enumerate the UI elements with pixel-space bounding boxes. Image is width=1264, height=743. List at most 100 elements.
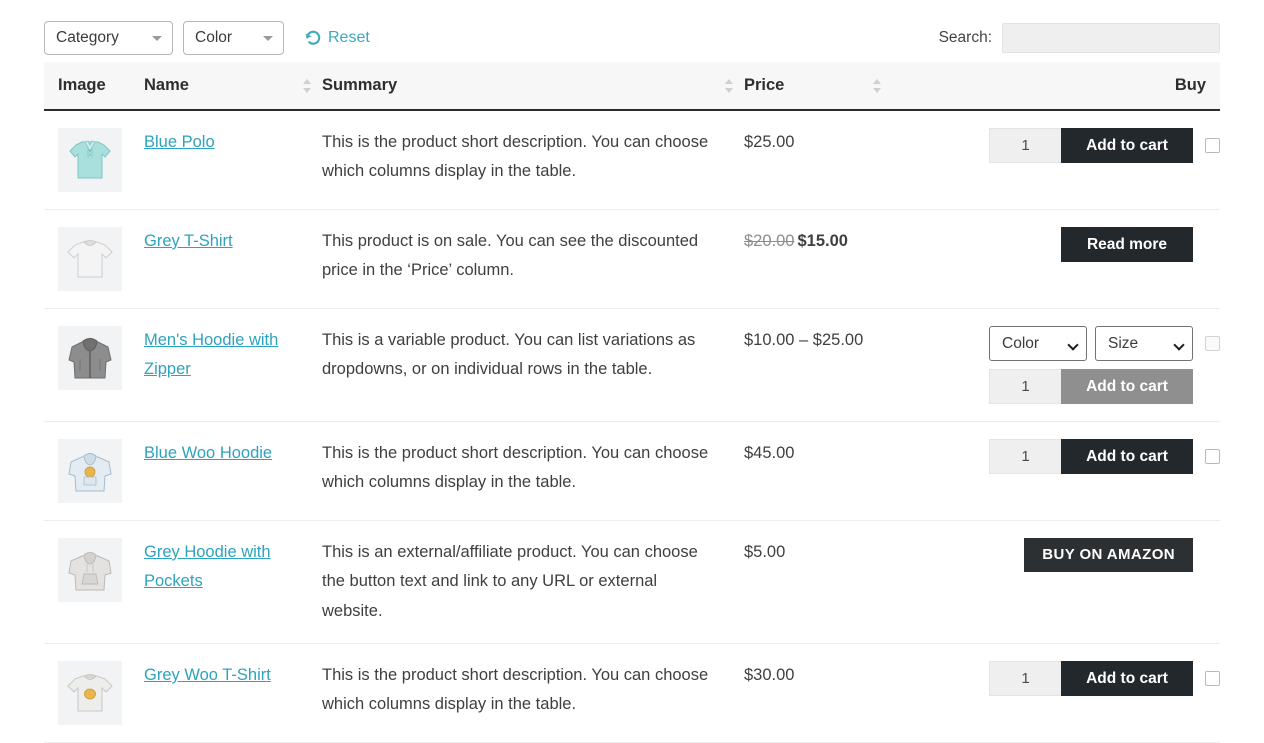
product-summary: This is the product short description. Y… bbox=[322, 444, 709, 492]
cell-image bbox=[44, 421, 144, 521]
column-header-name[interactable]: Name bbox=[144, 62, 322, 111]
select-product-checkbox[interactable] bbox=[1205, 336, 1220, 351]
cell-summary: This is a variable product. You can list… bbox=[322, 308, 744, 422]
cell-image bbox=[44, 520, 144, 645]
grey-hoodie-with-pockets-thumbnail[interactable] bbox=[58, 538, 122, 602]
cell-summary: This is the product short description. Y… bbox=[322, 643, 744, 743]
table-row: Blue Woo Hoodie This is the product shor… bbox=[44, 421, 1220, 521]
cell-name: Grey Woo T-Shirt bbox=[144, 643, 322, 743]
column-header-summary-label: Summary bbox=[322, 76, 398, 94]
select-product-checkbox[interactable] bbox=[1205, 138, 1220, 153]
product-summary: This is an external/affiliate product. Y… bbox=[322, 543, 698, 620]
color-filter-select[interactable]: Color bbox=[183, 21, 284, 55]
sort-toggle-icon[interactable] bbox=[725, 77, 734, 95]
chevron-down-icon bbox=[263, 36, 273, 41]
cell-price: $25.00 bbox=[744, 110, 892, 210]
product-table: Image Name Summary Price Buy Blue Polo T… bbox=[44, 62, 1220, 743]
cell-image bbox=[44, 209, 144, 309]
chevron-down-icon bbox=[1069, 341, 1077, 349]
grey-tshirt-thumbnail[interactable] bbox=[58, 227, 122, 291]
cell-name: Grey Hoodie with Pockets bbox=[144, 520, 322, 645]
reset-label: Reset bbox=[328, 29, 370, 46]
grey-woo-tshirt-thumbnail[interactable] bbox=[58, 661, 122, 726]
add-to-cart-row: Add to cart bbox=[989, 661, 1220, 697]
column-header-buy: Buy bbox=[892, 62, 1220, 111]
search-label: Search: bbox=[938, 29, 992, 46]
cell-price: $20.00 $15.00 bbox=[744, 209, 892, 309]
product-link[interactable]: Grey Hoodie with Pockets bbox=[144, 543, 271, 590]
product-summary: This product is on sale. You can see the… bbox=[322, 232, 699, 280]
cell-summary: This is an external/affiliate product. Y… bbox=[322, 520, 744, 645]
table-row: Grey Woo T-Shirt This is the product sho… bbox=[44, 643, 1220, 743]
cell-name: Blue Polo bbox=[144, 110, 322, 210]
product-summary: This is the product short description. Y… bbox=[322, 666, 709, 714]
variation-select-size[interactable]: Size bbox=[1095, 326, 1193, 361]
product-summary: This is the product short description. Y… bbox=[322, 133, 709, 181]
table-row: Blue Polo This is the product short desc… bbox=[44, 110, 1220, 210]
sort-toggle-icon[interactable] bbox=[873, 77, 882, 95]
reset-filters-link[interactable]: Reset bbox=[304, 29, 370, 47]
select-product-checkbox[interactable] bbox=[1205, 449, 1220, 464]
buy-controls: Add to cart bbox=[892, 128, 1220, 163]
add-to-cart-button[interactable]: Add to cart bbox=[1061, 439, 1193, 474]
search-input[interactable] bbox=[1002, 23, 1220, 53]
add-to-cart-row: Add to cart bbox=[989, 128, 1220, 163]
blue-polo-shirt-thumbnail[interactable] bbox=[58, 128, 122, 192]
buy-controls: Add to cart bbox=[892, 439, 1220, 474]
quantity-input[interactable] bbox=[989, 439, 1061, 474]
product-price: $5.00 bbox=[744, 543, 786, 561]
regular-price: $20.00 bbox=[744, 232, 795, 250]
product-link[interactable]: Blue Polo bbox=[144, 133, 215, 151]
mens-grey-hoodie-with-zipper-thumbnail[interactable] bbox=[58, 326, 122, 390]
column-header-image: Image bbox=[44, 62, 144, 111]
variation-select-color[interactable]: Color bbox=[989, 326, 1087, 361]
variation-size-label: Size bbox=[1108, 334, 1139, 352]
external-buy-row: BUY ON AMAZON bbox=[1024, 538, 1220, 572]
add-to-cart-button[interactable]: Add to cart bbox=[1061, 128, 1193, 163]
buy-controls: Read more bbox=[892, 227, 1220, 262]
buy-controls: Add to cart bbox=[892, 661, 1220, 697]
variation-row: Color Size bbox=[981, 326, 1220, 361]
quantity-input[interactable] bbox=[989, 369, 1061, 404]
quantity-input[interactable] bbox=[989, 128, 1061, 163]
product-link[interactable]: Blue Woo Hoodie bbox=[144, 444, 272, 462]
product-link[interactable]: Grey Woo T-Shirt bbox=[144, 666, 271, 684]
read-more-row: Read more bbox=[1061, 227, 1220, 262]
product-link[interactable]: Grey T-Shirt bbox=[144, 232, 233, 250]
buy-controls: BUY ON AMAZON bbox=[892, 538, 1220, 572]
select-product-checkbox[interactable] bbox=[1205, 671, 1220, 687]
read-more-button[interactable]: Read more bbox=[1061, 227, 1193, 262]
add-to-cart-button[interactable]: Add to cart bbox=[1061, 661, 1193, 697]
product-price: $30.00 bbox=[744, 666, 795, 685]
buy-on-amazon-button[interactable]: BUY ON AMAZON bbox=[1024, 538, 1193, 572]
add-to-cart-row: Add to cart bbox=[989, 439, 1220, 474]
product-summary: This is a variable product. You can list… bbox=[322, 331, 696, 379]
category-filter-label: Category bbox=[56, 29, 119, 46]
product-price: $45.00 bbox=[744, 444, 795, 462]
variation-color-label: Color bbox=[1002, 334, 1040, 352]
cell-buy: Color Size Add to cart bbox=[892, 308, 1220, 422]
sort-toggle-icon[interactable] bbox=[303, 77, 312, 95]
table-row: Grey T-Shirt This product is on sale. Yo… bbox=[44, 209, 1220, 309]
category-filter-select[interactable]: Category bbox=[44, 21, 173, 55]
add-to-cart-row: Add to cart bbox=[989, 369, 1220, 404]
search-area: Search: bbox=[939, 23, 1220, 53]
column-header-price[interactable]: Price bbox=[744, 62, 892, 111]
quantity-input[interactable] bbox=[989, 661, 1061, 697]
column-header-price-label: Price bbox=[744, 76, 785, 94]
cell-name: Grey T-Shirt bbox=[144, 209, 322, 309]
cell-price: $5.00 bbox=[744, 520, 892, 645]
cell-buy: BUY ON AMAZON bbox=[892, 520, 1220, 645]
product-link[interactable]: Men's Hoodie with Zipper bbox=[144, 331, 278, 378]
column-header-buy-label: Buy bbox=[1174, 76, 1206, 94]
column-header-summary[interactable]: Summary bbox=[322, 62, 744, 111]
add-to-cart-button[interactable]: Add to cart bbox=[1061, 369, 1193, 404]
product-price: $10.00 – $25.00 bbox=[744, 331, 864, 349]
blue-woo-hoodie-thumbnail[interactable] bbox=[58, 439, 122, 503]
product-price: $20.00 $15.00 bbox=[744, 232, 848, 250]
color-filter-label: Color bbox=[195, 29, 233, 46]
cell-buy: Add to cart bbox=[892, 421, 1220, 521]
table-head: Image Name Summary Price Buy bbox=[44, 62, 1220, 111]
cell-price: $10.00 – $25.00 bbox=[744, 308, 892, 422]
sale-price: $15.00 bbox=[797, 232, 848, 250]
